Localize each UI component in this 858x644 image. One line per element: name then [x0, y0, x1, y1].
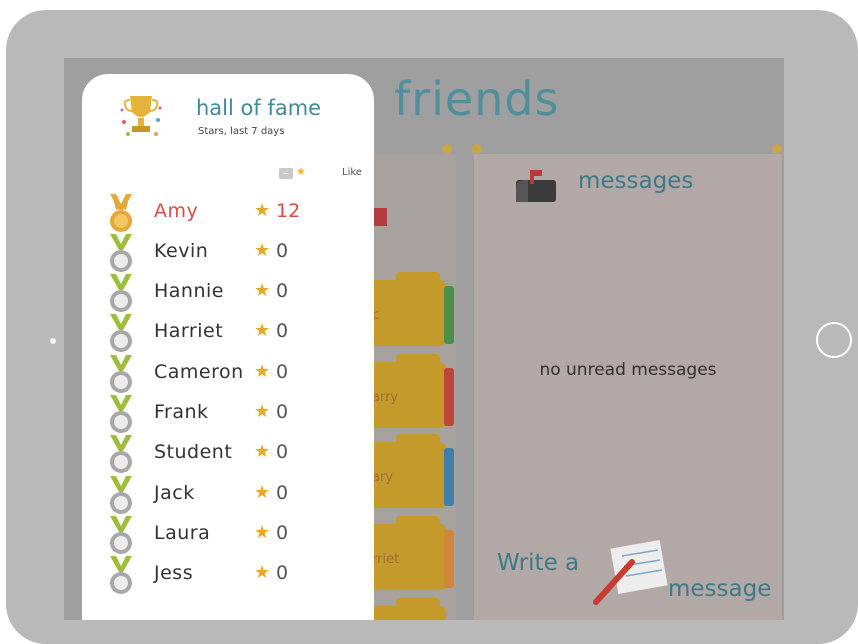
star-icon: ★	[254, 401, 271, 422]
list-item[interactable]: Student ★ 0	[82, 435, 374, 475]
tablet-frame: friends c arry ary rriet messages no unr…	[6, 10, 858, 644]
silver-medal-icon	[110, 314, 132, 352]
silver-medal-icon	[110, 516, 132, 554]
folder-label: ary	[372, 470, 394, 485]
silver-medal-icon	[110, 395, 132, 433]
silver-medal-icon	[110, 556, 132, 594]
star-count: 12	[276, 200, 301, 222]
star-count: 0	[276, 441, 289, 463]
star-count: 0	[276, 361, 289, 383]
star-count: 0	[276, 482, 289, 504]
student-name: Kevin	[154, 240, 209, 262]
star-count: 0	[276, 522, 289, 544]
messages-title: messages	[578, 168, 694, 194]
student-name: Frank	[154, 401, 209, 423]
pin-icon	[442, 144, 452, 154]
gold-medal-icon	[110, 194, 132, 232]
list-item[interactable]: Jack ★ 0	[82, 476, 374, 516]
list-item[interactable]: Hannie ★ 0	[82, 274, 374, 314]
student-name: Harriet	[154, 320, 224, 342]
write-message-suffix[interactable]: message	[668, 576, 771, 602]
star-icon[interactable]: ★	[296, 165, 306, 178]
star-icon: ★	[254, 280, 271, 301]
home-button[interactable]	[816, 322, 852, 358]
star-icon: ★	[254, 240, 271, 261]
hall-of-fame-subtitle: Stars, last 7 days	[198, 126, 285, 137]
pin-icon	[772, 144, 782, 154]
star-count: 0	[276, 401, 289, 423]
list-item[interactable]: Cameron ★ 0	[82, 355, 374, 395]
student-name: Hannie	[154, 280, 224, 302]
student-name: Student	[154, 441, 233, 463]
star-icon: ★	[254, 320, 271, 341]
star-icon: ★	[254, 361, 271, 382]
list-item[interactable]: Kevin ★ 0	[82, 234, 374, 274]
student-name: Jack	[154, 482, 195, 504]
silver-medal-icon	[110, 476, 132, 514]
graph-icon[interactable]: ~	[279, 168, 293, 179]
write-message-prefix[interactable]: Write a	[497, 550, 579, 576]
star-icon: ★	[254, 200, 271, 221]
student-name: Amy	[154, 200, 199, 222]
page-title: friends	[394, 72, 560, 126]
star-icon: ★	[254, 522, 271, 543]
star-count: 0	[276, 240, 289, 262]
star-count: 0	[276, 280, 289, 302]
trophy-icon	[120, 96, 162, 136]
student-name: Laura	[154, 522, 211, 544]
pin-icon	[472, 144, 482, 154]
like-column-label[interactable]: Like	[342, 167, 362, 178]
student-folder[interactable]	[362, 598, 446, 620]
student-folder[interactable]: ary	[362, 434, 454, 508]
silver-medal-icon	[110, 435, 132, 473]
list-item[interactable]: Harriet ★ 0	[82, 314, 374, 354]
hall-of-fame-title: hall of fame	[196, 96, 322, 120]
student-folder[interactable]: rriet	[362, 516, 454, 590]
student-folder[interactable]: arry	[362, 354, 454, 428]
star-icon: ★	[254, 482, 271, 503]
no-unread-text: no unread messages	[539, 360, 717, 380]
mailbox-icon	[516, 170, 556, 202]
list-item[interactable]: Amy ★ 12	[82, 194, 374, 234]
star-icon: ★	[254, 562, 271, 583]
star-count: 0	[276, 562, 289, 584]
student-name: Jess	[154, 562, 194, 584]
silver-medal-icon	[110, 355, 132, 393]
list-item[interactable]: Laura ★ 0	[82, 516, 374, 556]
app-screen: friends c arry ary rriet messages no unr…	[64, 58, 784, 620]
pencil-note-icon[interactable]	[592, 536, 672, 608]
silver-medal-icon	[110, 234, 132, 272]
list-item[interactable]: Frank ★ 0	[82, 395, 374, 435]
hall-of-fame-panel: hall of fame Stars, last 7 days ~ ★ Like…	[82, 74, 374, 620]
camera-dot	[50, 338, 56, 344]
student-name: Cameron	[154, 361, 244, 383]
silver-medal-icon	[110, 274, 132, 312]
student-folder[interactable]: c	[362, 272, 454, 346]
list-item[interactable]: Jess ★ 0	[82, 556, 374, 596]
star-count: 0	[276, 320, 289, 342]
folder-label: arry	[372, 390, 399, 405]
star-icon: ★	[254, 441, 271, 462]
folder-label: rriet	[372, 552, 400, 567]
